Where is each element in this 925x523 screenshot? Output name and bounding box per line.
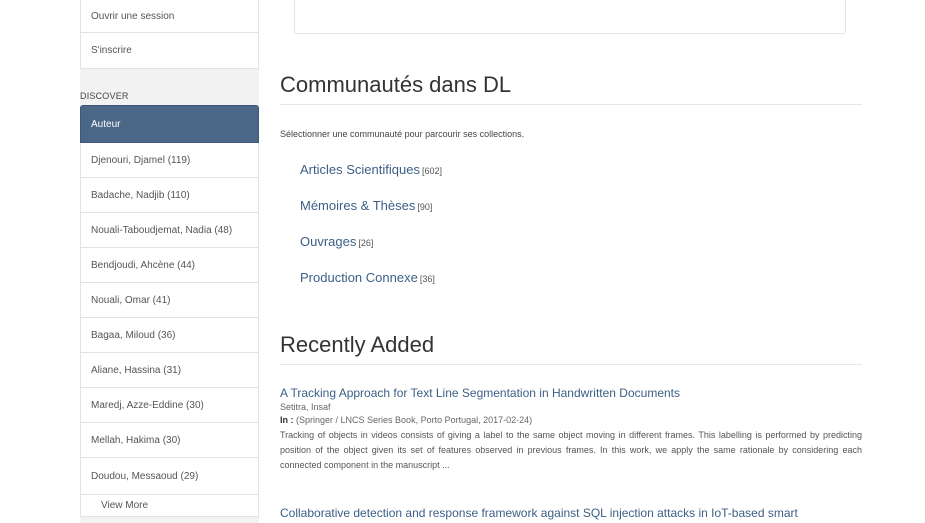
top-panel	[294, 0, 846, 34]
community-count: [36]	[419, 274, 435, 284]
author-facet-item[interactable]: Maredj, Azze-Eddine (30)	[80, 388, 259, 423]
view-more-link[interactable]: View More	[80, 495, 259, 517]
main-content: Communautés dans DL Sélectionner une com…	[280, 0, 862, 523]
publication-prefix: In :	[280, 415, 294, 425]
recent-item-abstract: Tracking of objects in videos consists o…	[280, 430, 862, 470]
community-count: [26]	[358, 238, 374, 248]
publication-details: (Springer / LNCS Series Book, Porto Port…	[296, 415, 533, 425]
community-link[interactable]: Mémoires & Thèses	[300, 198, 415, 213]
recently-added-title: Recently Added	[280, 332, 862, 365]
facet-author-active[interactable]: Auteur	[80, 105, 259, 143]
community-count: [90]	[417, 202, 433, 212]
account-menu: Ouvrir une session S'inscrire	[80, 0, 259, 69]
author-facet-item[interactable]: Badache, Nadjib (110)	[80, 178, 259, 213]
author-facet-item[interactable]: Doudou, Messaoud (29)	[80, 458, 259, 495]
register-link[interactable]: S'inscrire	[80, 33, 259, 69]
login-link[interactable]: Ouvrir une session	[80, 0, 259, 33]
community-link[interactable]: Articles Scientifiques	[300, 162, 420, 177]
recent-item-author[interactable]: Setitra, Insaf	[280, 401, 862, 414]
author-facet-item[interactable]: Nouali-Taboudjemat, Nadia (48)	[80, 213, 259, 248]
communities-title: Communautés dans DL	[280, 72, 862, 105]
community-count: [602]	[421, 166, 442, 176]
community-item: Ouvrages [26]	[300, 232, 442, 268]
community-link[interactable]: Ouvrages	[300, 234, 356, 249]
author-facet-item[interactable]: Djenouri, Djamel (119)	[80, 143, 259, 178]
community-item: Mémoires & Thèses [90]	[300, 196, 442, 232]
community-item: Articles Scientifiques [602]	[300, 160, 442, 196]
community-item: Production Connexe [36]	[300, 268, 442, 304]
recent-item-publication: In : (Springer / LNCS Series Book, Porto…	[280, 414, 862, 427]
recent-item: A Tracking Approach for Text Line Segmen…	[280, 385, 862, 473]
community-list: Articles Scientifiques [602] Mémoires & T…	[300, 160, 442, 304]
author-facet-list: Djenouri, Djamel (119) Badache, Nadjib (…	[80, 143, 259, 495]
community-link[interactable]: Production Connexe	[300, 270, 418, 285]
author-facet-item[interactable]: Mellah, Hakima (30)	[80, 423, 259, 458]
author-facet-item[interactable]: Nouali, Omar (41)	[80, 283, 259, 318]
author-facet-item[interactable]: Aliane, Hassina (31)	[80, 353, 259, 388]
discover-heading: DISCOVER	[80, 91, 129, 101]
author-facet-item[interactable]: Bendjoudi, Ahcène (44)	[80, 248, 259, 283]
recent-item-title-link[interactable]: A Tracking Approach for Text Line Segmen…	[280, 385, 862, 401]
recent-item-title-link[interactable]: Collaborative detection and response fra…	[280, 505, 798, 521]
communities-intro: Sélectionner une communauté pour parcour…	[280, 129, 525, 139]
author-facet-item[interactable]: Bagaa, Miloud (36)	[80, 318, 259, 353]
sidebar: Ouvrir une session S'inscrire DISCOVER A…	[80, 0, 259, 523]
